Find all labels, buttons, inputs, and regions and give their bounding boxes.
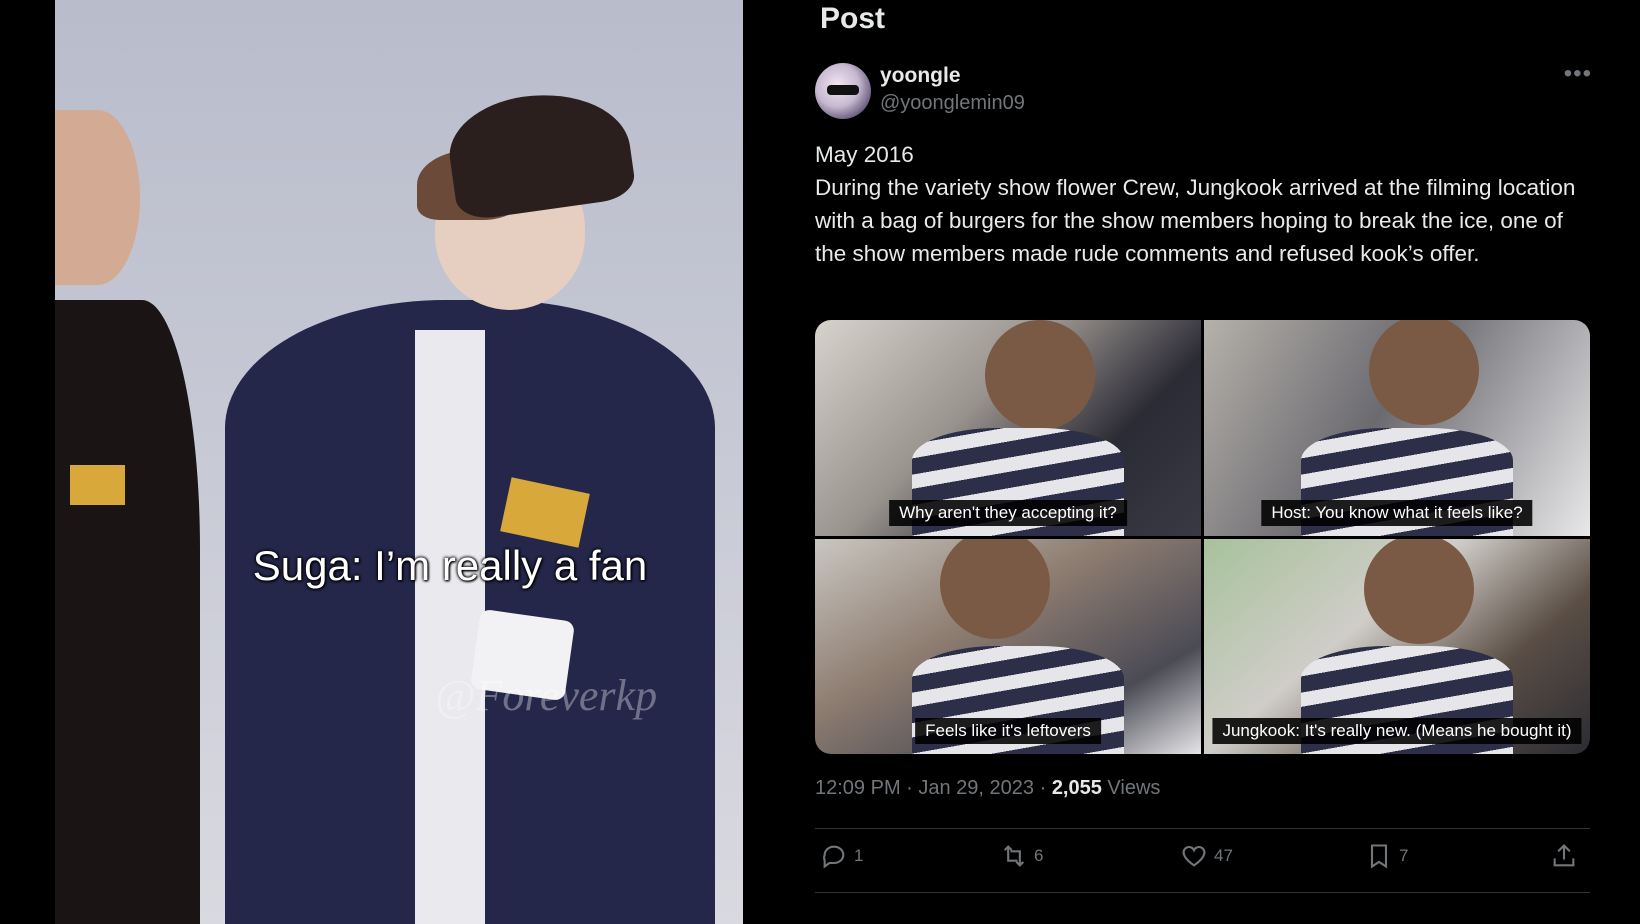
image-person-head xyxy=(940,538,1050,639)
image-person-head xyxy=(1364,538,1474,644)
author-name[interactable]: yoongle xyxy=(880,64,961,88)
image-person-head xyxy=(985,320,1095,430)
reply-count: 1 xyxy=(854,846,864,865)
more-horizontal-icon[interactable]: ••• xyxy=(1564,60,1592,88)
tweet-panel: Post yoongle @yoonglemin09 ••• May 2016 … xyxy=(790,2,1612,900)
image-person-head xyxy=(1369,320,1479,425)
media-grid: Why aren't they accepting it? Host: You … xyxy=(815,320,1590,754)
views-count: 2,055 xyxy=(1051,777,1102,799)
name-tag-left xyxy=(70,465,125,505)
bookmark-icon xyxy=(1370,844,1388,869)
tweet-meta: 12:09 PM · Jan 29, 2023 · 2,055 Views xyxy=(815,777,1160,800)
tweet-text: May 2016 During the variety show flower … xyxy=(815,142,1576,266)
media-image[interactable]: Feels like it's leftovers xyxy=(815,538,1201,754)
like-count: 47 xyxy=(1214,846,1233,865)
timestamp[interactable]: 12:09 PM · Jan 29, 2023 · xyxy=(815,777,1052,799)
page-title: Post xyxy=(820,2,886,35)
author-handle[interactable]: @yoonglemin09 xyxy=(880,92,1025,115)
media-image[interactable]: Why aren't they accepting it? xyxy=(815,320,1201,536)
person-hat xyxy=(442,83,638,222)
image-subtitle: Jungkook: It's really new. (Means he bou… xyxy=(1212,718,1582,744)
media-image[interactable]: Jungkook: It's really new. (Means he bou… xyxy=(1204,538,1590,754)
avatar-sunglasses xyxy=(827,85,859,95)
media-image[interactable]: Host: You know what it feels like? xyxy=(1204,320,1590,536)
heart-icon xyxy=(1182,845,1206,867)
reply-icon xyxy=(823,845,845,869)
repost-count: 6 xyxy=(1034,846,1044,865)
bookmark-button[interactable]: 7 xyxy=(1365,842,1408,870)
views-label: Views xyxy=(1101,777,1161,799)
share-button[interactable] xyxy=(1550,842,1578,870)
bookmark-count: 7 xyxy=(1399,846,1409,865)
like-button[interactable]: 47 xyxy=(1180,842,1233,870)
avatar[interactable] xyxy=(815,63,871,119)
divider xyxy=(815,892,1590,893)
divider xyxy=(815,828,1590,829)
image-subtitle: Feels like it's leftovers xyxy=(915,718,1101,744)
person-left-face xyxy=(55,110,140,285)
action-bar: 1 6 47 7 xyxy=(815,842,1590,882)
video-watermark: @Foreverkp xyxy=(435,671,658,720)
share-icon xyxy=(1553,844,1575,867)
video-frame[interactable]: Suga: I’m really a fan @Foreverkp xyxy=(55,0,743,924)
video-subtitle: Suga: I’m really a fan xyxy=(252,542,648,589)
repost-icon xyxy=(1003,845,1025,867)
image-subtitle: Host: You know what it feels like? xyxy=(1261,499,1533,526)
repost-button[interactable]: 6 xyxy=(1000,842,1043,870)
person-left-figure xyxy=(55,300,200,924)
person-shirt xyxy=(415,330,485,924)
reply-button[interactable]: 1 xyxy=(820,842,863,870)
image-subtitle: Why aren't they accepting it? xyxy=(889,499,1127,526)
